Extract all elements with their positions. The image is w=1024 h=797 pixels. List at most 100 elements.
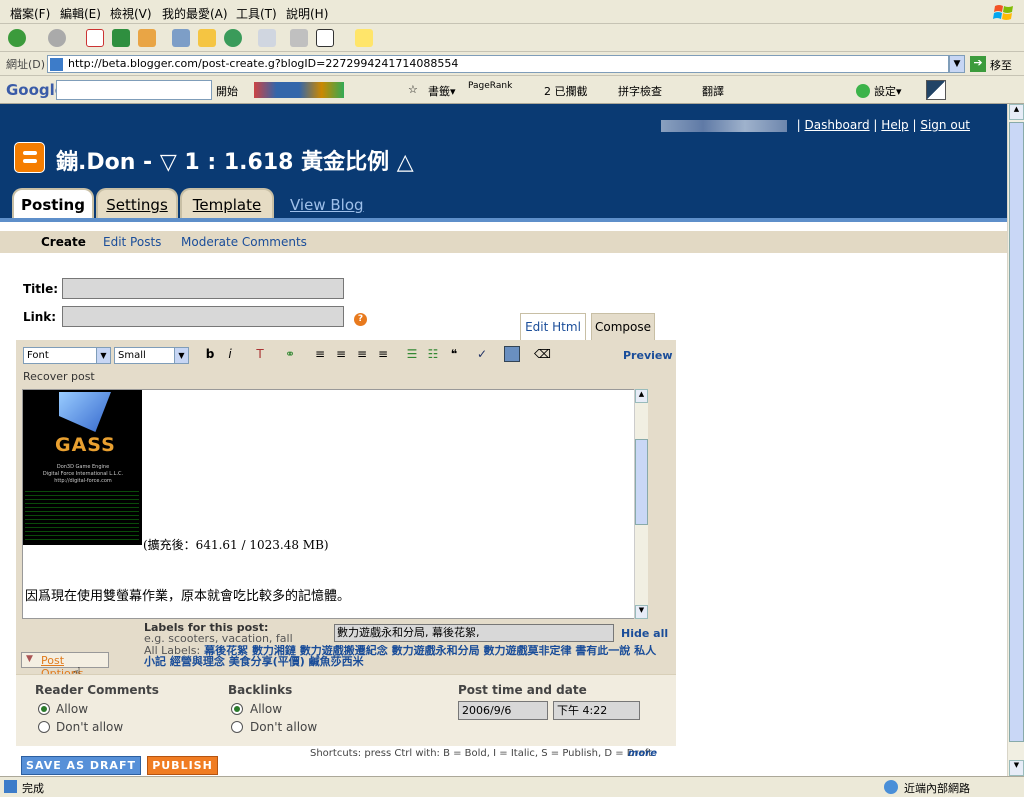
spellcheck-icon[interactable]: ✓ (474, 346, 490, 362)
label-link[interactable]: 數力遊戲永和分局 (392, 645, 480, 657)
df-logo-icon (59, 392, 111, 432)
menu-bar: 檔案(F) 編輯(E) 檢視(V) 我的最愛(A) 工具(T) 說明(H) (0, 0, 1024, 24)
zone-text: 近端內部網路 (904, 782, 970, 795)
signout-link[interactable]: Sign out (920, 118, 970, 132)
scroll-thumb (635, 439, 648, 525)
edit-html-tab[interactable]: Edit Html (520, 313, 586, 341)
label-link[interactable]: 數力遊戲莫非定律 (483, 645, 571, 657)
italic-icon[interactable]: i (222, 346, 238, 362)
address-label: 網址(D) (6, 58, 46, 71)
back-icon[interactable] (8, 29, 26, 47)
backlinks-dont-radio[interactable] (231, 721, 243, 733)
go-arrow-icon[interactable]: ➔ (970, 56, 986, 72)
google-start-button[interactable]: 開始 (216, 83, 238, 99)
menu-view[interactable]: 檢視(V) (110, 5, 152, 22)
reader-comments-label: Reader Comments (35, 683, 159, 697)
chevron-down-icon: ▼ (96, 348, 110, 363)
tab-posting[interactable]: Posting (12, 188, 94, 220)
translate-button[interactable]: 翻譯 (702, 83, 724, 99)
label-link[interactable]: 經營與理念 (170, 655, 225, 668)
stop-icon[interactable] (86, 29, 104, 47)
scroll-up-icon: ▲ (635, 389, 648, 403)
tab-template[interactable]: Template (180, 188, 274, 220)
home-icon[interactable] (138, 29, 156, 47)
forward-icon[interactable] (48, 29, 66, 47)
menu-tools[interactable]: 工具(T) (236, 5, 277, 22)
align-right-icon[interactable]: ≡ (354, 346, 370, 362)
image-icon[interactable] (504, 346, 520, 362)
window-scrollbar[interactable]: ▲ ▼ (1007, 104, 1024, 776)
backlinks-allow-radio[interactable] (231, 703, 243, 715)
help-link[interactable]: Help (881, 118, 908, 132)
subnav-moderate[interactable]: Moderate Comments (181, 235, 307, 249)
hide-all-link[interactable]: Hide all (621, 627, 668, 640)
menu-edit[interactable]: 編輯(E) (60, 5, 101, 22)
embedded-screenshot: GASS Don3D Game Engine Digital Force Inte… (23, 390, 142, 545)
google-tools-icons[interactable] (254, 82, 344, 98)
shortcuts-text: Shortcuts: press Ctrl with: B = Bold, I … (310, 748, 652, 759)
toolbar-options-icon[interactable] (926, 80, 946, 100)
post-date-input[interactable]: 2006/9/6 (458, 701, 548, 720)
label-link[interactable]: 鹹魚莎西米 (309, 655, 364, 668)
search-icon[interactable] (172, 29, 190, 47)
subnav-edit-posts[interactable]: Edit Posts (103, 235, 161, 249)
preview-link[interactable]: Preview (623, 349, 673, 362)
font-select[interactable]: Font ▼ (23, 347, 111, 364)
mail-icon[interactable] (258, 29, 276, 47)
favorites-star-icon[interactable] (198, 29, 216, 47)
label-link[interactable]: 美食分享(平價) (229, 655, 305, 668)
popup-blocked[interactable]: 2 已攔截 (544, 83, 588, 99)
labels-input[interactable]: 數力遊戲永和分局, 幕後花絮, (334, 624, 614, 642)
username-blurred (660, 119, 787, 132)
menu-help[interactable]: 說明(H) (286, 5, 328, 22)
pagerank-label: PageRank (468, 81, 513, 91)
title-input[interactable] (62, 278, 344, 299)
editor-content[interactable]: GASS Don3D Game Engine Digital Force Inte… (22, 389, 648, 619)
labels-hint: e.g. scooters, vacation, fall (144, 632, 293, 645)
dashboard-link[interactable]: Dashboard (804, 118, 869, 132)
google-search-input[interactable] (56, 80, 212, 100)
help-icon[interactable]: ? (354, 313, 367, 326)
settings-button[interactable]: 設定▾ (874, 83, 902, 99)
menu-file[interactable]: 檔案(F) (10, 5, 50, 22)
notes-icon[interactable] (355, 29, 373, 47)
recover-post-link[interactable]: Recover post (23, 370, 95, 383)
comments-allow-radio[interactable] (38, 703, 50, 715)
align-center-icon[interactable]: ≡ (333, 346, 349, 362)
numbered-list-icon[interactable]: ☰ (404, 346, 420, 362)
word-icon[interactable] (316, 29, 334, 47)
post-options-toggle[interactable]: ▼ Post Options (21, 652, 109, 680)
text-color-icon[interactable]: T (252, 346, 268, 362)
shortcuts-more-link[interactable]: more (628, 748, 657, 759)
comments-dont-radio[interactable] (38, 721, 50, 733)
editor-scrollbar[interactable]: ▲ ▼ (634, 389, 648, 619)
history-icon[interactable] (224, 29, 242, 47)
star-icon[interactable]: ☆ (408, 83, 418, 96)
tab-settings[interactable]: Settings (96, 188, 178, 220)
refresh-icon[interactable] (112, 29, 130, 47)
menu-favorites[interactable]: 我的最愛(A) (162, 5, 228, 22)
print-icon[interactable] (290, 29, 308, 47)
address-dropdown-icon[interactable]: ▼ (949, 55, 965, 73)
eraser-icon[interactable]: ⌫ (534, 346, 551, 362)
link-input[interactable] (62, 306, 344, 327)
save-draft-button[interactable]: SAVE AS DRAFT (21, 756, 141, 775)
subnav-create[interactable]: Create (41, 235, 86, 249)
address-input[interactable]: http://beta.blogger.com/post-create.g?bl… (47, 55, 949, 73)
go-button[interactable]: 移至 (990, 57, 1012, 73)
justify-icon[interactable]: ≡ (375, 346, 391, 362)
bold-icon[interactable]: b (202, 346, 218, 362)
bullet-list-icon[interactable]: ☷ (425, 346, 441, 362)
link-icon[interactable]: ⚭ (282, 346, 298, 362)
bookmarks-button[interactable]: 書籤▾ (428, 83, 456, 99)
align-left-icon[interactable]: ≡ (312, 346, 328, 362)
publish-button[interactable]: PUBLISH (147, 756, 218, 775)
compose-tab[interactable]: Compose (591, 313, 655, 341)
post-time-input[interactable]: 下午 4:22 (553, 701, 640, 720)
blockquote-icon[interactable]: ❝ (446, 346, 462, 362)
view-blog-link[interactable]: View Blog (290, 196, 364, 214)
size-select[interactable]: Small ▼ (114, 347, 189, 364)
specs-text (25, 488, 139, 540)
label-link[interactable]: 書有此一說 (575, 645, 630, 657)
spellcheck-button[interactable]: 拼字檢查 (618, 83, 662, 99)
